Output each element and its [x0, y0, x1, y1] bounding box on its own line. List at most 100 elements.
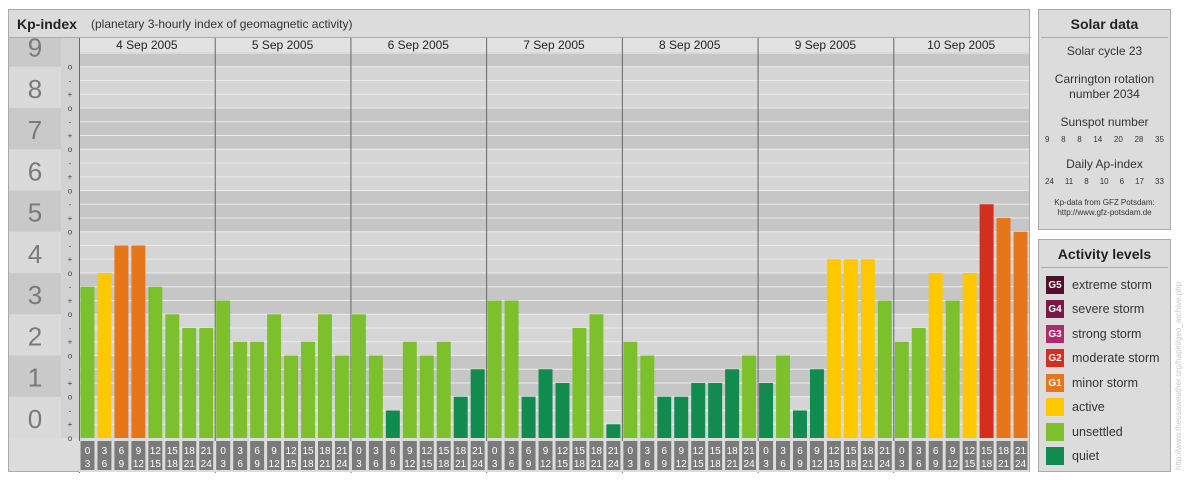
level-swatch — [1046, 447, 1064, 465]
interval-start-label: 0 — [628, 446, 634, 457]
kp-bar — [97, 272, 112, 438]
interval-end-label: 18 — [981, 459, 993, 470]
level-label: moderate storm — [1072, 351, 1160, 365]
ap-value: 17 — [1135, 177, 1145, 186]
solar-data-panel: Solar data Solar cycle 23 Carrington rot… — [1038, 9, 1171, 230]
interval-start-label: 0 — [85, 446, 91, 457]
kp-bar — [148, 286, 163, 438]
ap-value: 8 — [1084, 177, 1089, 186]
credit-link[interactable]: http://www.gfz-potsdam.de — [1039, 208, 1170, 218]
kp-bar — [657, 396, 672, 438]
kp-bar — [877, 300, 892, 438]
interval-end-label: 24 — [879, 459, 891, 470]
interval-start-label: 6 — [933, 446, 939, 457]
interval-start-label: 3 — [102, 446, 108, 457]
kp-bar — [233, 341, 248, 438]
minor-tick-label: o — [68, 63, 73, 72]
minor-tick-label: o — [68, 269, 73, 278]
interval-start-label: 21 — [1015, 446, 1027, 457]
kp-bar — [334, 355, 349, 438]
interval-start-label: 21 — [744, 446, 756, 457]
kp-bar — [538, 369, 553, 438]
level-swatch — [1046, 423, 1064, 441]
kp-bar — [843, 259, 858, 438]
interval-start-label: 15 — [438, 446, 450, 457]
kp-bar — [623, 341, 638, 438]
interval-end-label: 3 — [763, 459, 769, 470]
interval-end-label: 21 — [727, 459, 739, 470]
interval-end-label: 15 — [693, 459, 705, 470]
kp-bar — [199, 327, 214, 438]
interval-end-label: 3 — [220, 459, 226, 470]
minor-tick-label: - — [69, 283, 72, 292]
interval-start-label: 3 — [916, 446, 922, 457]
kp-bar — [674, 396, 689, 438]
interval-end-label: 21 — [998, 459, 1010, 470]
level-swatch: G4 — [1046, 300, 1064, 318]
level-label: minor storm — [1072, 376, 1138, 390]
minor-tick-label: o — [68, 434, 73, 443]
interval-end-label: 18 — [167, 459, 179, 470]
level-swatch: G1 — [1046, 374, 1064, 392]
level-label: severe storm — [1072, 302, 1145, 316]
interval-end-label: 15 — [557, 459, 569, 470]
sunspot-value: 20 — [1113, 135, 1123, 144]
level-active: active — [1046, 397, 1105, 417]
minor-tick-label: + — [68, 420, 73, 429]
interval-start-label: 12 — [285, 446, 297, 457]
interval-end-label: 12 — [947, 459, 959, 470]
interval-end-label: 15 — [964, 459, 976, 470]
sunspot-values: 9 8 8 14 20 28 35 — [1045, 135, 1164, 144]
kp-bar — [284, 355, 299, 438]
minor-tick-label: + — [68, 296, 73, 305]
carrington-line-1: Carrington rotation — [1054, 72, 1155, 86]
interval-start-label: 0 — [899, 446, 905, 457]
plot-band — [79, 149, 1029, 191]
interval-start-label: 15 — [574, 446, 586, 457]
interval-end-label: 6 — [916, 459, 922, 470]
ap-value: 6 — [1119, 177, 1125, 186]
kp-bar — [691, 383, 706, 438]
interval-end-label: 6 — [780, 459, 786, 470]
chart-subtitle: (planetary 3-hourly index of geomagnetic… — [91, 17, 353, 31]
sunspot-title: Sunspot number — [1060, 115, 1149, 129]
interval-end-label: 6 — [102, 459, 108, 470]
interval-end-label: 18 — [438, 459, 450, 470]
kp-bar — [759, 383, 774, 438]
interval-start-label: 18 — [862, 446, 874, 457]
interval-start-label: 18 — [455, 446, 467, 457]
interval-end-label: 24 — [744, 459, 756, 470]
activity-levels-title: Activity levels — [1041, 240, 1168, 268]
interval-start-label: 6 — [797, 446, 803, 457]
kp-bar — [708, 383, 723, 438]
interval-start-label: 21 — [472, 446, 484, 457]
interval-start-label: 9 — [543, 446, 549, 457]
ap-value: 11 — [1064, 177, 1074, 186]
interval-start-label: 0 — [763, 446, 769, 457]
interval-end-label: 12 — [133, 459, 145, 470]
kp-bar — [589, 314, 604, 438]
interval-end-label: 3 — [492, 459, 498, 470]
interval-end-label: 12 — [404, 459, 416, 470]
interval-start-label: 3 — [780, 446, 786, 457]
day-label: 8 Sep 2005 — [659, 38, 721, 52]
y-tick-label: 1 — [28, 363, 42, 393]
kp-bar — [368, 355, 383, 438]
interval-start-label: 21 — [608, 446, 620, 457]
interval-end-label: 18 — [710, 459, 722, 470]
kp-bar — [725, 369, 740, 438]
level-label: unsettled — [1072, 425, 1123, 439]
y-tick-label: 5 — [28, 198, 42, 228]
kp-bar — [860, 259, 875, 438]
minor-tick-label: o — [68, 310, 73, 319]
interval-end-label: 12 — [676, 459, 688, 470]
interval-start-label: 6 — [119, 446, 125, 457]
kp-bar — [894, 341, 909, 438]
interval-end-label: 24 — [608, 459, 620, 470]
level-g2: G2 moderate storm — [1046, 348, 1160, 368]
day-label: 9 Sep 2005 — [795, 38, 857, 52]
minor-tick-label: + — [68, 214, 73, 223]
interval-start-label: 3 — [237, 446, 243, 457]
kp-bar — [402, 341, 417, 438]
minor-tick-label: o — [68, 351, 73, 360]
